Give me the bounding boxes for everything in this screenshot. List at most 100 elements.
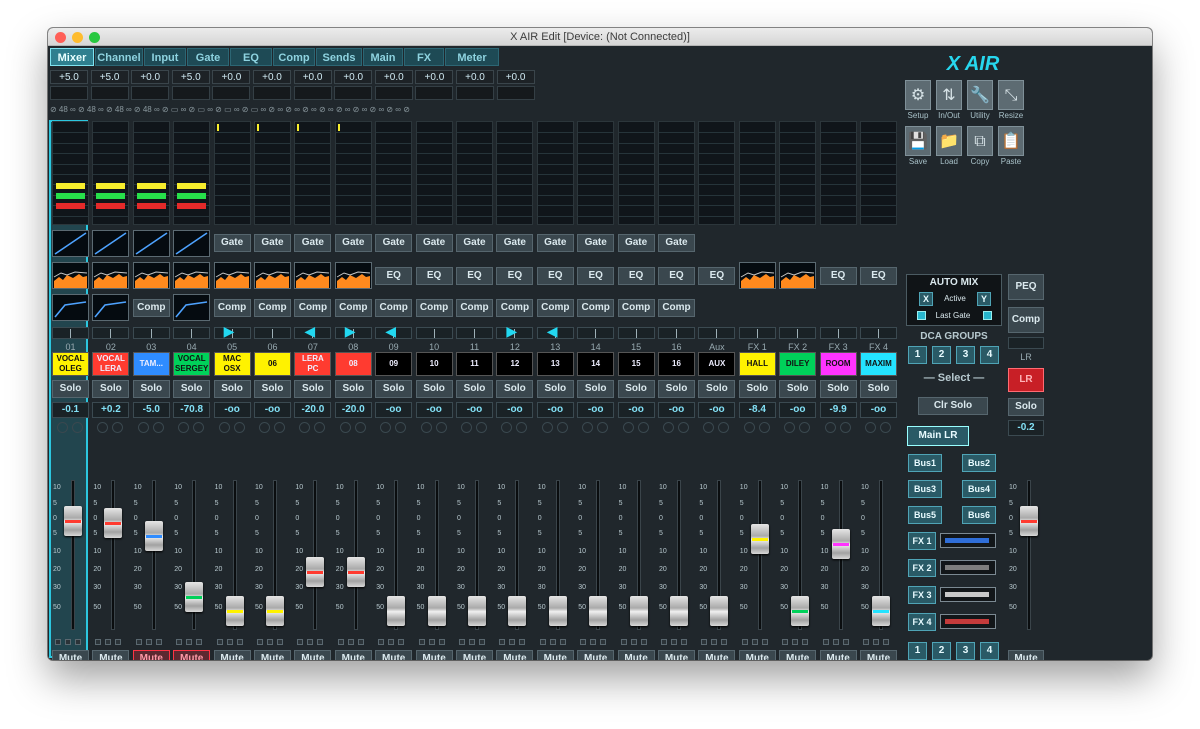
channel-aux-eq-button[interactable]: EQ <box>698 267 736 285</box>
tab-main[interactable]: Main <box>363 48 403 66</box>
channel-14-level-value[interactable]: -oo <box>577 402 615 418</box>
channel-03-solo-button[interactable]: Solo <box>132 380 170 398</box>
channel-15-eq-button[interactable]: EQ <box>617 267 655 285</box>
channel-12-eq-button[interactable]: EQ <box>496 267 534 285</box>
channel-02-solo-button[interactable]: Solo <box>92 380 130 398</box>
channel-fx1-name-label[interactable]: HALL <box>738 352 776 376</box>
channel-09-gate-button[interactable]: Gate <box>375 234 413 252</box>
channel-10-name-label[interactable]: 10 <box>415 352 453 376</box>
dca-group-button-2[interactable]: 2 <box>932 346 951 364</box>
channel-05-name-label[interactable]: MAC OSX <box>213 352 251 376</box>
channel-06-fader[interactable]: 10 5 0 5 10 20 30 50 <box>254 478 291 633</box>
lr-pan-slider[interactable] <box>1008 337 1044 349</box>
channel-15-fader[interactable]: 10 5 0 5 10 20 30 50 <box>618 478 655 633</box>
channel-01-gate-curve[interactable] <box>52 230 89 257</box>
channel-fx3-mute-button[interactable]: Mute <box>819 650 857 660</box>
fx-preview-thumbnail[interactable] <box>940 614 996 629</box>
channel-12-fader[interactable]: 10 5 0 5 10 20 30 50 <box>496 478 533 633</box>
tab-gate[interactable]: Gate <box>187 48 229 66</box>
channel-05-send-ring-a[interactable] <box>218 422 230 433</box>
channel-03-comp-button[interactable]: Comp <box>132 299 170 317</box>
channel-fx4-fader[interactable]: 10 5 0 5 10 20 30 50 <box>860 478 897 633</box>
top-gain-value[interactable]: +0.0 <box>334 70 373 84</box>
lr-level-value[interactable]: -0.2 <box>1008 420 1044 436</box>
tab-input[interactable]: Input <box>144 48 186 66</box>
channel-04-gate-curve[interactable] <box>173 230 211 257</box>
fader-knob[interactable] <box>104 507 123 538</box>
top-gain-value[interactable]: +0.0 <box>496 70 535 84</box>
channel-04-send-ring-b[interactable] <box>193 422 205 433</box>
channel-09-level-value[interactable]: -oo <box>375 402 413 418</box>
top-gain-value[interactable]: +0.0 <box>374 70 413 84</box>
channel-01-send-ring-b[interactable] <box>72 422 83 433</box>
fx-send-button-2[interactable]: FX 2 <box>908 559 936 577</box>
channel-13-send-ring-b[interactable] <box>556 422 568 433</box>
lr-name-label[interactable]: LR <box>1008 368 1044 392</box>
channel-06-send-ring-b[interactable] <box>274 422 285 433</box>
fx-send-button-3[interactable]: FX 3 <box>908 586 936 604</box>
channel-13-solo-button[interactable]: Solo <box>536 380 574 398</box>
channel-aux-pan-slider[interactable] <box>698 327 736 339</box>
channel-08-eq-curve[interactable] <box>334 262 372 289</box>
save-disk-icon[interactable]: 💾 <box>905 126 931 156</box>
resize-arrows-icon[interactable]: ⤡ <box>998 80 1024 110</box>
channel-fx4-eq-button[interactable]: EQ <box>860 267 897 285</box>
channel-05-comp-button[interactable]: Comp <box>213 299 251 317</box>
lr-fader[interactable]: 10 5 0 5 10 20 30 50 <box>1008 478 1044 633</box>
channel-10-solo-button[interactable]: Solo <box>415 380 453 398</box>
top-gain-value[interactable]: +5.0 <box>90 70 129 84</box>
tab-meter[interactable]: Meter <box>445 48 499 66</box>
channel-01-comp-curve[interactable] <box>52 294 89 321</box>
channel-aux-name-label[interactable]: AUX <box>698 352 736 376</box>
channel-06-pan-slider[interactable] <box>254 327 291 339</box>
channel-12-comp-button[interactable]: Comp <box>496 299 534 317</box>
channel-04-fader[interactable]: 10 5 0 5 10 20 30 50 <box>173 478 210 633</box>
channel-13-name-label[interactable]: 13 <box>536 352 574 376</box>
channel-aux-solo-button[interactable]: Solo <box>698 380 736 398</box>
channel-10-mute-button[interactable]: Mute <box>415 650 453 660</box>
channel-08-gate-button[interactable]: Gate <box>334 234 372 252</box>
channel-15-gate-button[interactable]: Gate <box>617 234 655 252</box>
channel-01-send-ring-a[interactable] <box>57 422 68 433</box>
channel-01-level-value[interactable]: -0.1 <box>52 402 89 418</box>
bus-button-2[interactable]: Bus2 <box>962 454 996 472</box>
tab-sends[interactable]: Sends <box>316 48 362 66</box>
channel-fx4-pan-slider[interactable] <box>860 327 897 339</box>
channel-04-comp-curve[interactable] <box>173 294 211 321</box>
channel-14-gate-button[interactable]: Gate <box>577 234 615 252</box>
top-gain-value[interactable]: +0.0 <box>253 70 291 84</box>
channel-16-level-value[interactable]: -oo <box>658 402 695 418</box>
channel-fx4-mute-button[interactable]: Mute <box>860 650 897 660</box>
channel-13-comp-button[interactable]: Comp <box>536 299 574 317</box>
fx-send-button-4[interactable]: FX 4 <box>908 613 936 631</box>
channel-02-name-label[interactable]: VOCAL LERA <box>92 352 130 376</box>
gear-icon[interactable]: ⚙ <box>905 80 931 110</box>
tab-comp[interactable]: Comp <box>273 48 315 66</box>
channel-07-mute-button[interactable]: Mute <box>294 650 332 660</box>
last-gate-checkbox-icon[interactable] <box>917 311 926 320</box>
channel-14-send-ring-b[interactable] <box>597 422 609 433</box>
channel-16-pan-slider[interactable] <box>658 327 695 339</box>
channel-07-level-value[interactable]: -20.0 <box>294 402 332 418</box>
channel-aux-send-ring-a[interactable] <box>703 422 715 433</box>
channel-09-name-label[interactable]: 09 <box>375 352 413 376</box>
channel-10-send-ring-b[interactable] <box>435 422 447 433</box>
channel-11-mute-button[interactable]: Mute <box>456 650 493 660</box>
clear-solo-button[interactable]: Clr Solo <box>918 397 988 415</box>
channel-fx4-solo-button[interactable]: Solo <box>860 380 897 398</box>
dca-group-button-1[interactable]: 1 <box>908 346 927 364</box>
fader-knob[interactable] <box>185 582 204 613</box>
channel-04-name-label[interactable]: VOCAL SERGEY <box>173 352 211 376</box>
channel-08-mute-button[interactable]: Mute <box>334 650 372 660</box>
channel-fx3-eq-button[interactable]: EQ <box>819 267 857 285</box>
channel-aux-level-value[interactable]: -oo <box>698 402 736 418</box>
channel-03-level-value[interactable]: -5.0 <box>132 402 170 418</box>
channel-15-solo-button[interactable]: Solo <box>617 380 655 398</box>
channel-06-mute-button[interactable]: Mute <box>254 650 291 660</box>
channel-07-send-ring-a[interactable] <box>299 422 311 433</box>
channel-10-fader[interactable]: 10 5 0 5 10 20 30 50 <box>416 478 453 633</box>
channel-05-send-ring-b[interactable] <box>233 422 245 433</box>
channel-13-mute-button[interactable]: Mute <box>536 650 574 660</box>
channel-12-send-ring-b[interactable] <box>516 422 528 433</box>
channel-09-send-ring-b[interactable] <box>395 422 407 433</box>
